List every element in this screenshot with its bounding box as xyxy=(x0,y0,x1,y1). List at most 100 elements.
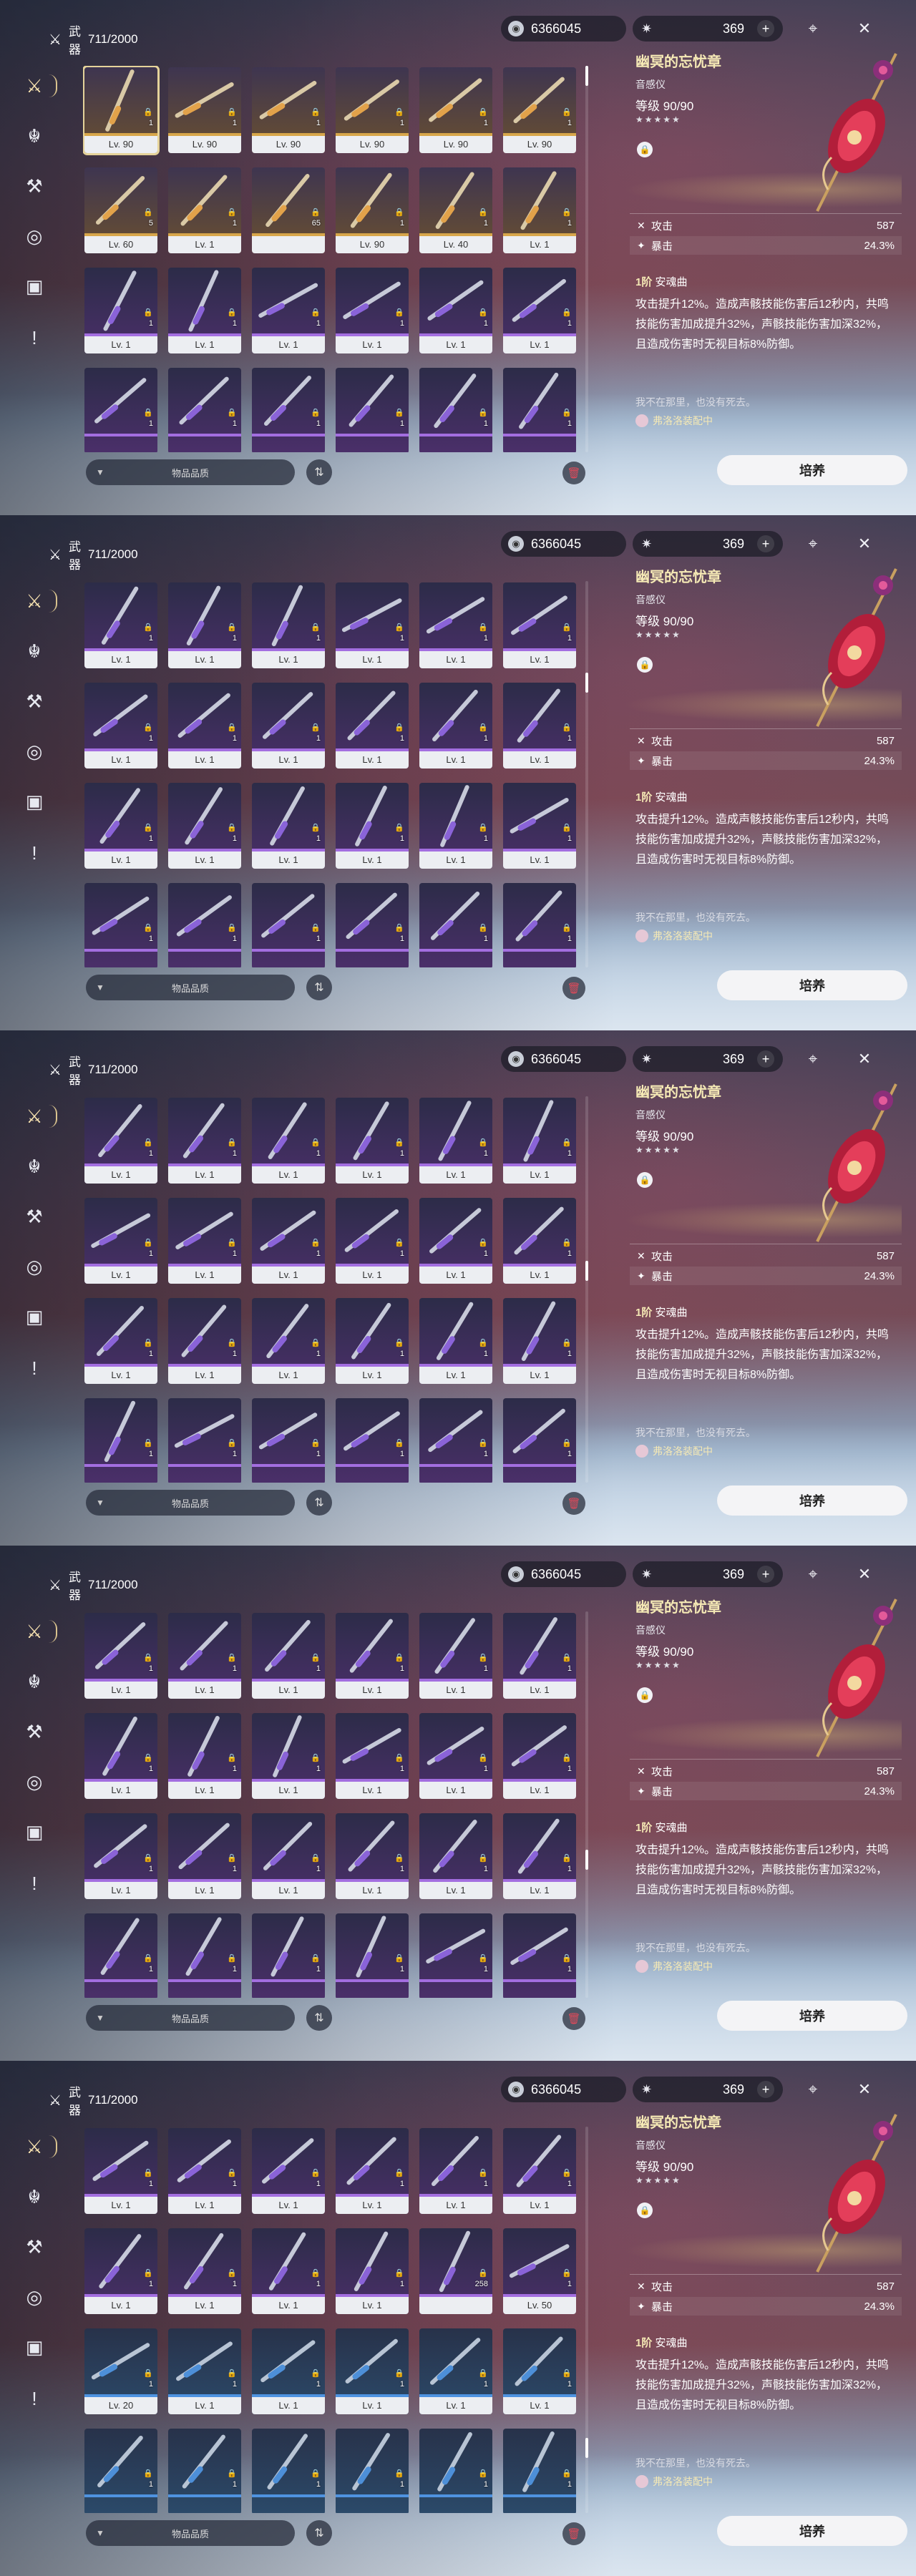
weapon-card[interactable]: 🔒 1 Lv. 1 xyxy=(503,2128,576,2214)
grid-scrollbar[interactable] xyxy=(585,1096,588,1483)
weapon-card[interactable]: 🔒 1 Lv. 1 xyxy=(252,2228,325,2314)
material-category-tab[interactable]: ⚒ xyxy=(20,1717,49,1746)
weapon-card[interactable]: 🔒 1 Lv. 1 xyxy=(84,683,157,769)
weapon-card[interactable]: 🔒 1 Lv. 1 xyxy=(419,783,492,869)
notice-category-tab[interactable]: ! xyxy=(20,2384,49,2413)
weapon-card[interactable]: 🔒 1 Lv. 1 xyxy=(252,1813,325,1899)
weapon-card[interactable]: 🔒 1 Lv. 1 xyxy=(419,683,492,769)
weapon-card[interactable]: 🔒 1 Lv. 1 xyxy=(84,1713,157,1799)
upgrade-category-tab[interactable]: ◎ xyxy=(20,222,49,250)
weapon-card[interactable]: 🔒 1 Lv. 1 xyxy=(168,268,241,353)
weapon-card[interactable]: 🔒 1 xyxy=(336,1398,409,1483)
weapon-card[interactable]: 🔒 1 xyxy=(252,1913,325,1998)
currency-counter[interactable]: ◉ 6366045 xyxy=(501,2077,626,2102)
notice-category-tab[interactable]: ! xyxy=(20,839,49,867)
weapon-card[interactable]: 🔒 1 xyxy=(84,368,157,452)
lock-icon[interactable]: 🔒 xyxy=(637,657,653,673)
upgrade-category-tab[interactable]: ◎ xyxy=(20,1767,49,1796)
weapon-card[interactable]: 🔒 1 Lv. 1 xyxy=(168,1813,241,1899)
quality-filter-button[interactable]: ▼ 物品品质 xyxy=(86,459,295,485)
weapon-card[interactable]: 🔒 1 Lv. 1 xyxy=(419,1613,492,1699)
close-icon[interactable]: ✕ xyxy=(852,2077,877,2102)
echo-category-tab[interactable]: ☬ xyxy=(20,122,49,150)
weapon-card[interactable]: 🔒 1 Lv. 90 xyxy=(503,67,576,153)
trash-icon[interactable]: 🗑 xyxy=(562,2522,585,2545)
cultivate-button[interactable]: 培养 xyxy=(717,2001,907,2031)
weapon-card[interactable]: 🔒 1 Lv. 1 xyxy=(168,1098,241,1184)
weapon-card[interactable]: 🔒 1 Lv. 1 xyxy=(503,1098,576,1184)
material-category-tab[interactable]: ⚒ xyxy=(20,687,49,716)
add-energy-button[interactable]: + xyxy=(757,20,774,37)
weapon-card[interactable]: 🔒 1 xyxy=(336,2429,409,2513)
weapon-card[interactable]: 🔒 1 Lv. 1 xyxy=(503,2328,576,2414)
weapon-card[interactable]: 🔒 65 xyxy=(252,167,325,253)
weapon-card[interactable]: 🔒 1 Lv. 90 xyxy=(336,67,409,153)
weapon-card[interactable]: 🔒 1 Lv. 1 xyxy=(252,1098,325,1184)
sort-order-button[interactable]: ⇅ xyxy=(306,2005,332,2031)
weapon-card[interactable]: 🔒 1 Lv. 1 xyxy=(252,2128,325,2214)
weapon-card[interactable]: 🔒 1 Lv. 1 xyxy=(419,1198,492,1284)
weapon-card[interactable]: 🔒 1 xyxy=(84,1913,157,1998)
scrollbar-thumb[interactable] xyxy=(585,1849,588,1870)
weapon-card[interactable]: 🔒 1 Lv. 1 xyxy=(252,1198,325,1284)
grid-scrollbar[interactable] xyxy=(585,66,588,452)
close-icon[interactable]: ✕ xyxy=(852,1046,877,1072)
weapon-card[interactable]: 🔒 1 xyxy=(84,1398,157,1483)
weapon-card[interactable]: 🔒 1 xyxy=(252,883,325,967)
cultivate-button[interactable]: 培养 xyxy=(717,455,907,485)
weapon-card[interactable]: 🔒 1 Lv. 1 xyxy=(168,167,241,253)
weapon-card[interactable]: 🔒 1 Lv. 1 xyxy=(336,1098,409,1184)
grid-scrollbar[interactable] xyxy=(585,2127,588,2513)
weapon-card[interactable]: 🔒 1 Lv. 1 xyxy=(84,1613,157,1699)
weapon-card[interactable]: 🔒 1 Lv. 90 xyxy=(252,67,325,153)
weapon-card[interactable]: 🔒 1 xyxy=(168,368,241,452)
close-icon[interactable]: ✕ xyxy=(852,531,877,557)
weapon-card[interactable]: 🔒 1 Lv. 90 xyxy=(336,167,409,253)
weapon-card[interactable]: 🔒 1 Lv. 1 xyxy=(503,683,576,769)
supply-category-tab[interactable]: ▣ xyxy=(20,1302,49,1331)
lock-icon[interactable]: 🔒 xyxy=(637,1687,653,1703)
weapon-card[interactable]: 🔒 1 xyxy=(252,368,325,452)
weapon-card[interactable]: 🔒 1 xyxy=(168,1913,241,1998)
weapon-card[interactable]: 🔒 1 xyxy=(252,1398,325,1483)
notice-category-tab[interactable]: ! xyxy=(20,1354,49,1382)
weapon-card[interactable]: 🔒 1 Lv. 1 xyxy=(419,2128,492,2214)
weapon-category-tab[interactable]: ⚔ xyxy=(20,2132,57,2161)
sort-order-button[interactable]: ⇅ xyxy=(306,1490,332,1516)
weapon-card[interactable]: 🔒 1 Lv. 1 xyxy=(168,1298,241,1384)
weapon-card[interactable]: 🔒 1 Lv. 1 xyxy=(168,1613,241,1699)
weapon-card[interactable]: 🔒 1 xyxy=(252,2429,325,2513)
scrollbar-thumb[interactable] xyxy=(585,2438,588,2459)
weapon-card[interactable]: 🔒 1 xyxy=(419,1913,492,1998)
material-category-tab[interactable]: ⚒ xyxy=(20,1202,49,1231)
weapon-card[interactable]: 🔒 1 Lv. 1 xyxy=(252,783,325,869)
weapon-card[interactable]: 🔒 1 Lv. 1 xyxy=(252,683,325,769)
weapon-card[interactable]: 🔒 1 Lv. 1 xyxy=(503,1298,576,1384)
weapon-card[interactable]: 🔒 1 Lv. 1 xyxy=(503,268,576,353)
weapon-card[interactable]: 🔒 1 xyxy=(419,2429,492,2513)
add-energy-button[interactable]: + xyxy=(757,1050,774,1068)
quality-filter-button[interactable]: ▼ 物品品质 xyxy=(86,975,295,1000)
weapon-card[interactable]: 🔒 1 Lv. 1 xyxy=(252,1613,325,1699)
lock-icon[interactable]: 🔒 xyxy=(637,2202,653,2218)
lock-icon[interactable]: 🔒 xyxy=(637,1172,653,1188)
weapon-card[interactable]: 🔒 1 Lv. 1 xyxy=(252,1298,325,1384)
weapon-card[interactable]: 🔒 1 Lv. 1 xyxy=(503,783,576,869)
weapon-card[interactable]: 🔒 1 Lv. 1 xyxy=(168,1198,241,1284)
echo-category-tab[interactable]: ☬ xyxy=(20,2182,49,2211)
weapon-category-tab[interactable]: ⚔ xyxy=(20,1102,57,1131)
weapon-card[interactable]: 🔒 1 Lv. 1 xyxy=(168,783,241,869)
trash-icon[interactable]: 🗑 xyxy=(562,462,585,484)
weapon-card[interactable]: 🔒 1 xyxy=(336,883,409,967)
weapon-card[interactable]: 🔒 1 Lv. 1 xyxy=(419,1298,492,1384)
weapon-card[interactable]: 🔒 1 Lv. 1 xyxy=(336,783,409,869)
weapon-category-tab[interactable]: ⚔ xyxy=(20,587,57,615)
quality-filter-button[interactable]: ▼ 物品品质 xyxy=(86,2005,295,2031)
weapon-card[interactable]: 🔒 1 Lv. 1 xyxy=(336,1813,409,1899)
weapon-card[interactable]: 🔒 1 Lv. 1 xyxy=(168,1713,241,1799)
target-icon[interactable]: ⌖ xyxy=(800,16,826,42)
notice-category-tab[interactable]: ! xyxy=(20,323,49,352)
sort-order-button[interactable]: ⇅ xyxy=(306,2520,332,2546)
weapon-card[interactable]: 🔒 1 Lv. 1 xyxy=(419,1098,492,1184)
weapon-card[interactable]: 🔒 1 Lv. 1 xyxy=(336,268,409,353)
